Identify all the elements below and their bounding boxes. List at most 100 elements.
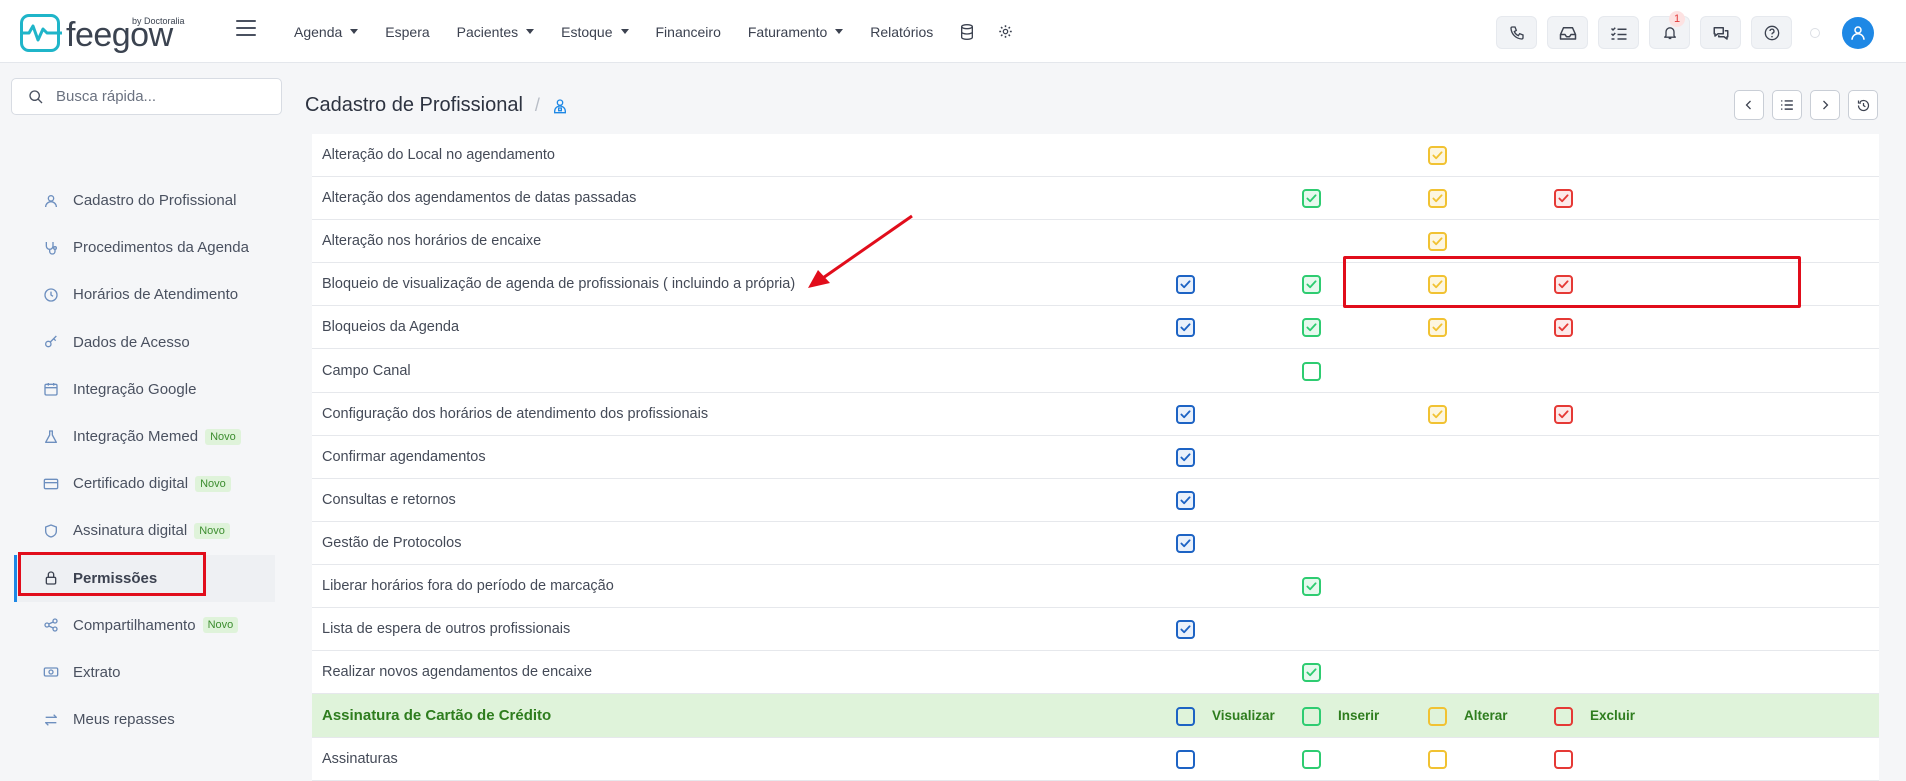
new-badge: Novo <box>195 475 231 492</box>
nav-item-5[interactable]: Faturamento <box>748 24 844 40</box>
next-button[interactable] <box>1810 90 1840 120</box>
inbox-button[interactable] <box>1547 16 1588 49</box>
sidebar-menu: Cadastro do Profissional Procedimentos da… <box>14 177 275 743</box>
menu-toggle-icon[interactable] <box>236 20 256 40</box>
checkbox-excluir[interactable] <box>1554 189 1573 209</box>
checkbox-excluir[interactable] <box>1554 404 1573 424</box>
checkmark-icon <box>1432 237 1443 246</box>
quick-search-input[interactable] <box>56 88 266 105</box>
sidebar-item-meus-repasses[interactable]: Meus repasses <box>14 696 275 743</box>
permission-row: Realizar novos agendamentos de encaixe <box>312 651 1879 695</box>
checkbox-inserir[interactable] <box>1302 750 1321 770</box>
checkbox-alterar[interactable] <box>1428 706 1447 726</box>
checkbox-alterar[interactable] <box>1428 404 1447 424</box>
card-icon <box>43 476 59 492</box>
quick-search <box>11 78 282 115</box>
sidebar-item-procedimentos-da-agenda[interactable]: Procedimentos da Agenda <box>14 224 275 271</box>
sidebar-item-label: Certificado digital <box>73 475 189 493</box>
help-button[interactable] <box>1751 16 1792 49</box>
checkbox-visualizar[interactable] <box>1176 404 1195 424</box>
checkbox-alterar[interactable] <box>1428 318 1447 338</box>
checkbox-excluir[interactable] <box>1554 750 1573 770</box>
database-button[interactable] <box>960 23 974 40</box>
sidebar-item-label: Integração Google <box>73 380 197 398</box>
checkbox-alterar[interactable] <box>1428 750 1447 770</box>
nav-item-6[interactable]: Relatórios <box>870 24 933 40</box>
history-icon <box>1857 99 1869 111</box>
notifications-button[interactable]: 1 <box>1649 11 1690 49</box>
checklist-icon <box>1610 26 1626 40</box>
sidebar-item-certificado-digital[interactable]: Certificado digital Novo <box>14 460 275 507</box>
permission-group-header: Assinatura de Cartão de Crédito Visualiza… <box>312 694 1879 739</box>
sidebar-item-extrato[interactable]: Extrato <box>14 649 275 696</box>
user-avatar[interactable] <box>1842 16 1874 49</box>
tasks-button[interactable] <box>1598 16 1639 49</box>
caret-down-icon <box>835 29 844 34</box>
checkbox-alterar[interactable] <box>1428 232 1447 252</box>
checkbox-visualizar[interactable] <box>1176 318 1195 338</box>
sidebar-item-dados-de-acesso[interactable]: Dados de Acesso <box>14 319 275 366</box>
checkbox-visualizar[interactable] <box>1176 275 1195 295</box>
checkmark-icon <box>1180 496 1191 504</box>
sidebar-item-cadastro-do-profissional[interactable]: Cadastro do Profissional <box>14 177 275 224</box>
checkbox-visualizar[interactable] <box>1176 620 1195 640</box>
nav-item-2[interactable]: Pacientes <box>456 23 535 40</box>
nav-item-label: Estoque <box>561 23 613 40</box>
sidebar-item-label: Integração Memed <box>73 428 199 446</box>
nav-item-3[interactable]: Estoque <box>561 23 629 40</box>
column-label-alterar: Alterar <box>1464 707 1508 723</box>
checkbox-inserir[interactable] <box>1302 576 1321 596</box>
highlight-box-row <box>1343 256 1801 308</box>
page-title: Cadastro de Profissional / <box>305 94 568 117</box>
feegow-logo[interactable]: feegow by Doctoralia <box>20 14 185 52</box>
permission-row: Bloqueios da Agenda <box>312 306 1879 350</box>
permission-row: Campo Canal <box>312 349 1879 393</box>
checkbox-inserir[interactable] <box>1302 663 1321 683</box>
checkbox-visualizar[interactable] <box>1176 706 1195 726</box>
checkbox-excluir[interactable] <box>1554 706 1573 726</box>
stethoscope-icon <box>43 240 59 256</box>
checkmark-icon <box>1432 194 1443 203</box>
new-badge: Novo <box>202 617 239 634</box>
checkmark-icon <box>1432 151 1443 160</box>
checkbox-excluir[interactable] <box>1554 318 1573 338</box>
sidebar-item-label: Procedimentos da Agenda <box>73 239 249 257</box>
checkbox-inserir[interactable] <box>1302 361 1321 381</box>
checkbox-visualizar[interactable] <box>1176 447 1195 467</box>
sidebar-item-horarios-de-atendimento[interactable]: Horários de Atendimento <box>14 271 275 318</box>
sidebar-item-assinatura-digital[interactable]: Assinatura digital Novo <box>14 507 275 554</box>
checkmark-icon <box>1432 323 1443 332</box>
checkmark-icon <box>1180 409 1191 418</box>
new-badge: Novo <box>194 522 230 539</box>
sidebar-item-integracao-google[interactable]: Integração Google <box>14 366 275 413</box>
nav-item-4[interactable]: Financeiro <box>656 24 721 40</box>
nav-item-1[interactable]: Espera <box>385 24 429 40</box>
brand-by: by Doctoralia <box>132 16 185 26</box>
list-button[interactable] <box>1772 90 1802 120</box>
checkbox-inserir[interactable] <box>1302 706 1321 726</box>
previous-button[interactable] <box>1734 90 1764 120</box>
checkbox-inserir[interactable] <box>1302 275 1321 295</box>
checkbox-visualizar[interactable] <box>1176 490 1195 510</box>
history-button[interactable] <box>1848 90 1878 120</box>
nav-item-label: Pacientes <box>456 23 519 40</box>
status-dot <box>1810 27 1820 38</box>
phone-button[interactable] <box>1496 16 1537 49</box>
settings-button[interactable] <box>998 24 1013 39</box>
permissions-table: Alteração do Local no agendamento Alteraç… <box>312 134 1879 781</box>
permission-label: Liberar horários fora do período de marc… <box>322 577 614 594</box>
checkbox-alterar[interactable] <box>1428 146 1447 166</box>
sidebar-item-compartilhamento[interactable]: Compartilhamento Novo <box>14 602 275 649</box>
checkmark-icon <box>1306 280 1317 289</box>
caret-down-icon <box>350 29 359 34</box>
checkbox-inserir[interactable] <box>1302 318 1321 338</box>
checkbox-visualizar[interactable] <box>1176 750 1195 770</box>
chat-button[interactable] <box>1700 16 1741 49</box>
checkbox-inserir[interactable] <box>1302 189 1321 209</box>
sidebar-item-label: Dados de Acesso <box>73 333 190 351</box>
nav-item-0[interactable]: Agenda <box>294 24 359 40</box>
checkbox-alterar[interactable] <box>1428 189 1447 209</box>
sidebar-item-integracao-memed[interactable]: Integração Memed Novo <box>14 413 275 460</box>
checkbox-visualizar[interactable] <box>1176 533 1195 553</box>
new-badge: Novo <box>205 428 241 445</box>
